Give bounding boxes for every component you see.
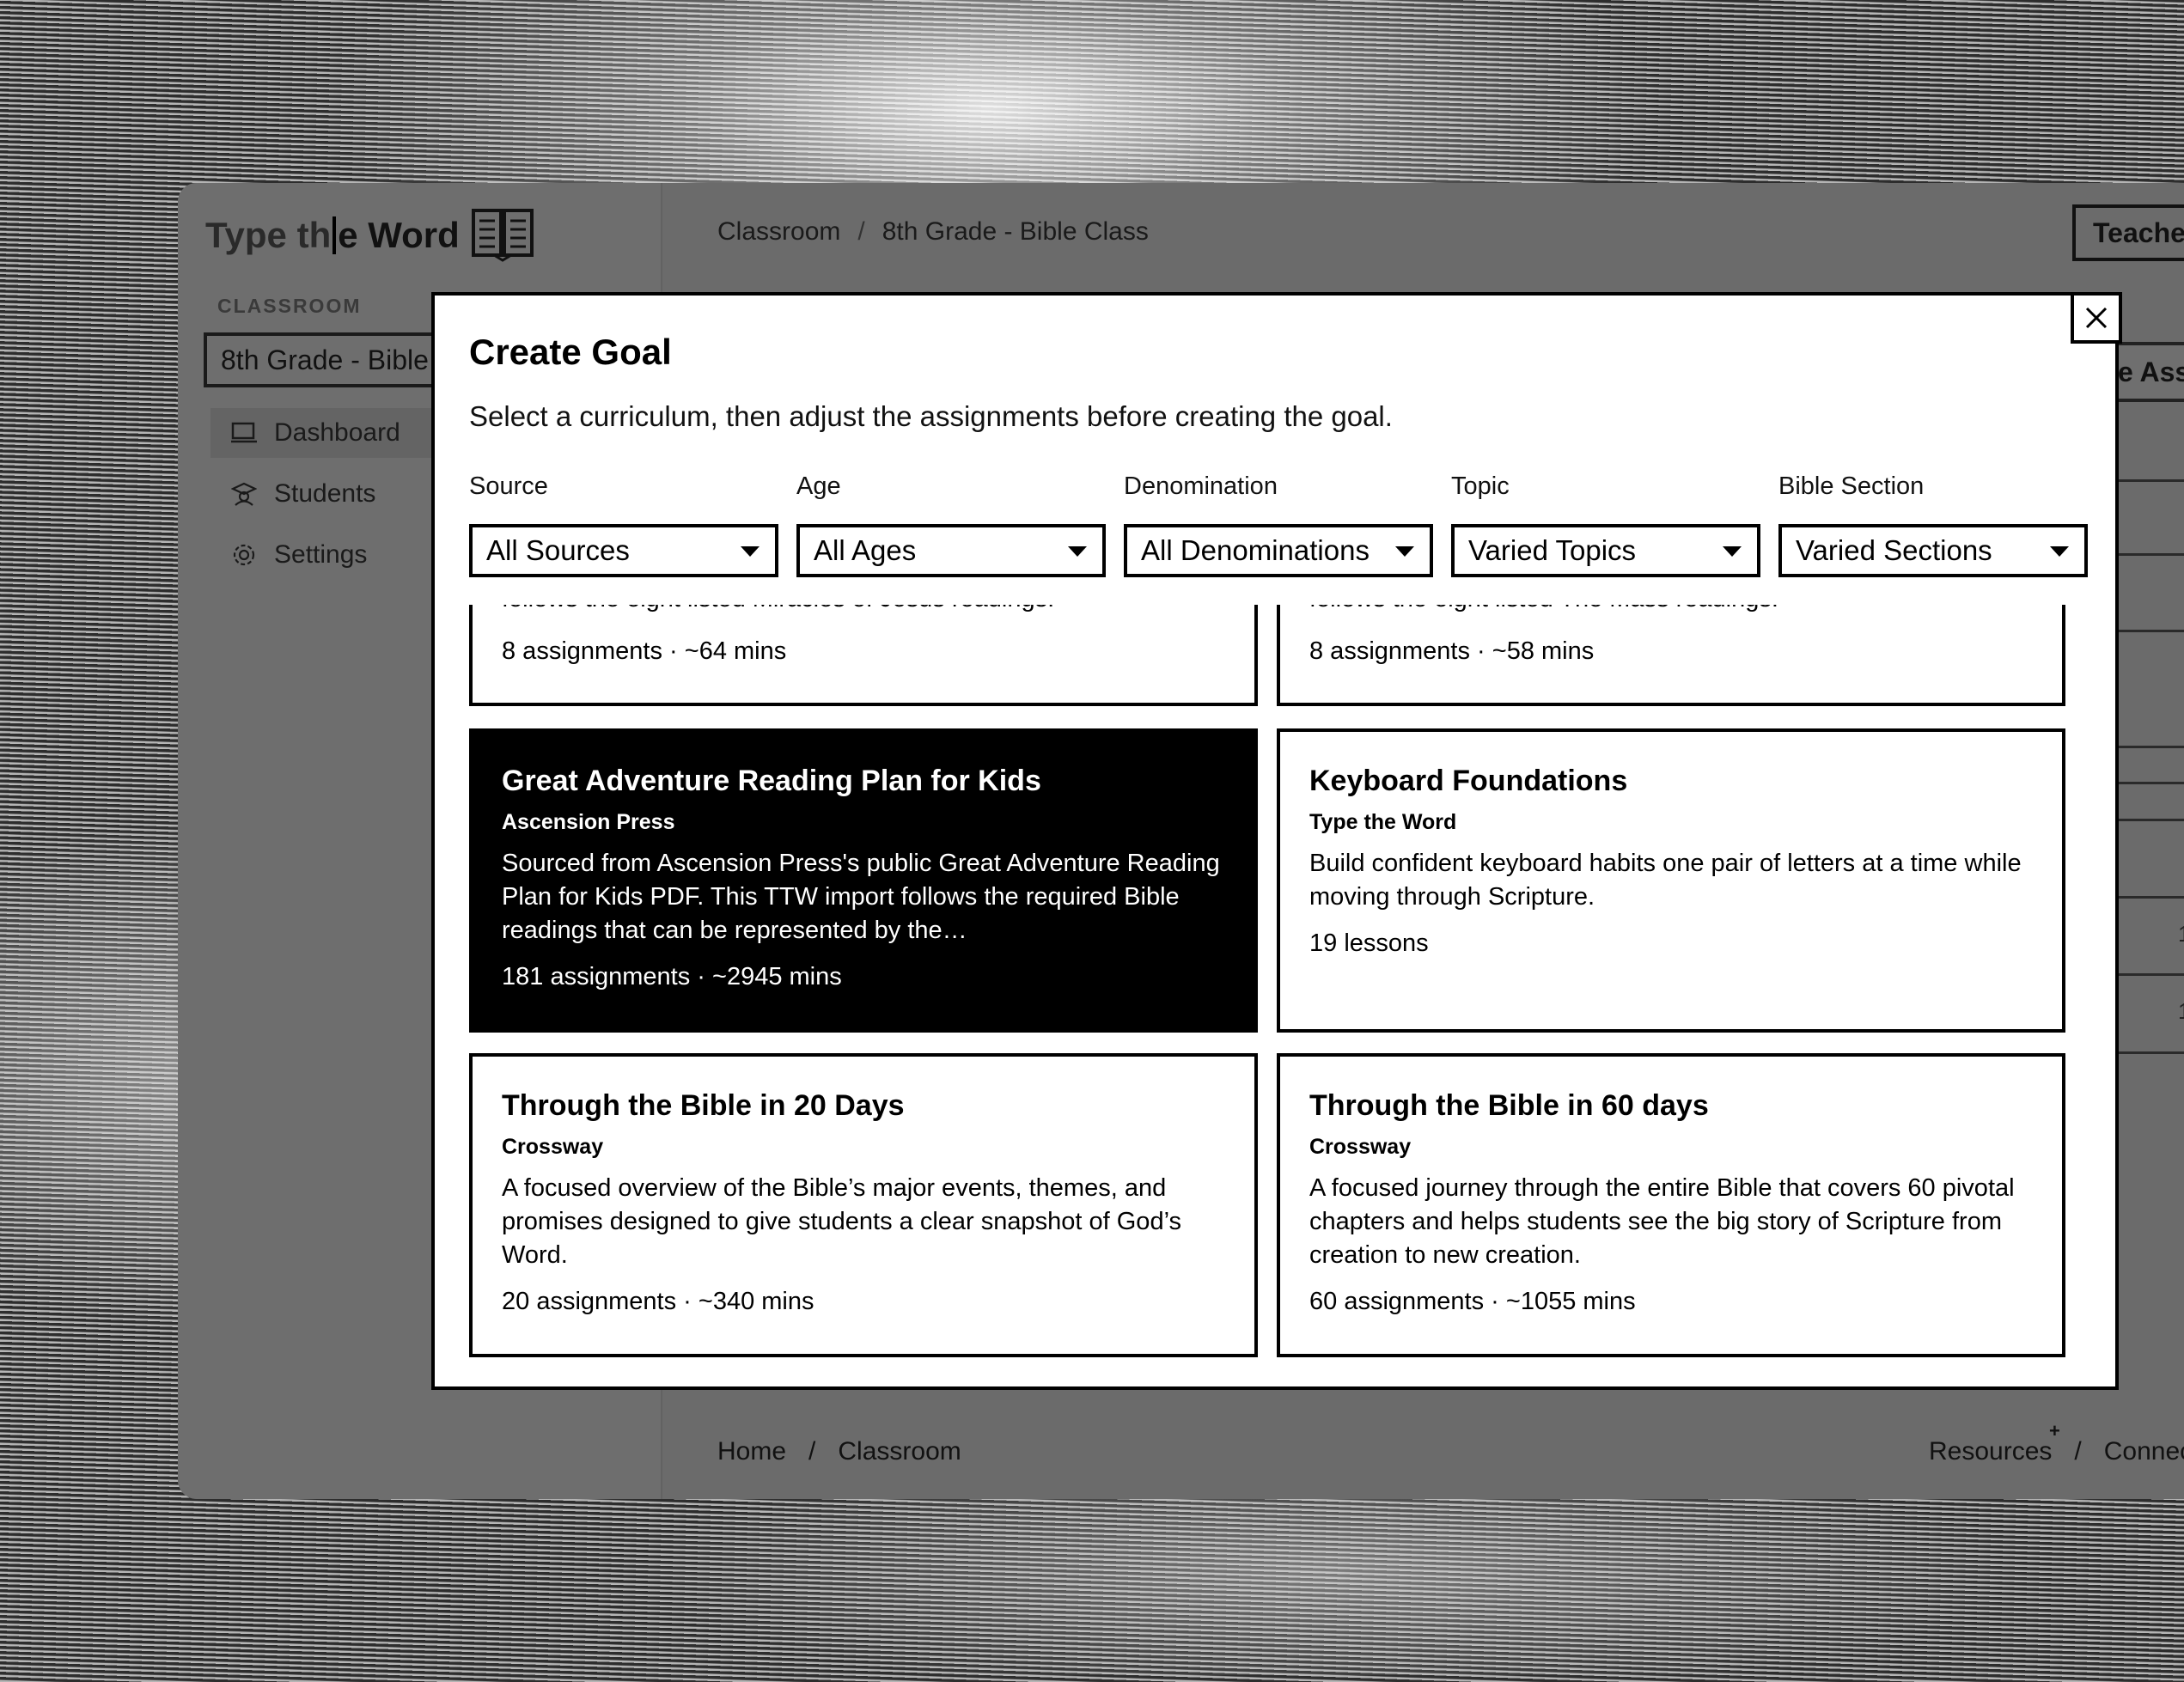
curriculum-card[interactable]: Through the Bible in 20 Days Crossway A …: [469, 1053, 1258, 1357]
assignments-header[interactable]: e Assi: [2109, 342, 2184, 402]
table-divider: [2109, 479, 2184, 482]
filter-label: Bible Section: [1778, 472, 1925, 500]
card-description: Build confident keyboard habits one pair…: [1309, 850, 2022, 911]
card-meta: 8 assignments · ~58 mins: [1309, 637, 1595, 665]
card-description: follows the eight listed Miracles of Jes…: [502, 605, 1054, 616]
filter-bible-section: Bible Section Varied Sections: [1778, 472, 2088, 577]
multiplier-value: 1x: [2178, 921, 2184, 948]
sidebar-item-label: Students: [274, 479, 376, 508]
filter-denomination: Denomination All Denominations: [1124, 472, 1433, 577]
table-divider: [2109, 746, 2184, 748]
filter-age: Age All Ages: [796, 472, 1106, 577]
plus-icon: +: [2049, 1420, 2060, 1441]
filter-source: Source All Sources: [469, 472, 778, 577]
modal-subtitle: Select a curriculum, then adjust the ass…: [469, 400, 1393, 432]
curriculum-card-selected[interactable]: Great Adventure Reading Plan for Kids As…: [469, 728, 1258, 1033]
card-description: Sourced from Ascension Press's public Gr…: [502, 850, 1220, 944]
filter-topic: Topic Varied Topics: [1451, 472, 1760, 577]
caret-down-icon: [1723, 546, 1742, 557]
filter-label: Topic: [1451, 472, 1510, 500]
table-divider: [2109, 819, 2184, 821]
text-cursor: [332, 216, 337, 254]
table-divider: [2109, 782, 2184, 784]
footer-link-classroom[interactable]: Classroom: [838, 1437, 961, 1466]
bible-section-select[interactable]: Varied Sections: [1778, 524, 2088, 577]
footer-link-home[interactable]: Home: [717, 1437, 786, 1466]
assignments-panel: e Assi 1x 1x: [2109, 342, 2184, 1201]
table-divider: [2109, 630, 2184, 632]
card-meta: 8 assignments · ~64 mins: [502, 637, 787, 665]
age-select[interactable]: All Ages: [796, 524, 1106, 577]
close-icon: [2085, 307, 2108, 329]
table-divider: [2109, 553, 2184, 556]
table-divider: [2109, 896, 2184, 899]
breadcrumb-item-classroom[interactable]: Classroom: [717, 217, 840, 247]
select-value: All Sources: [486, 534, 630, 566]
modal-title: Create Goal: [469, 332, 672, 372]
breadcrumb-item-class[interactable]: 8th Grade - Bible Class: [882, 217, 1149, 247]
select-value: Varied Sections: [1796, 534, 1992, 566]
sidebar-item-label: Dashboard: [274, 418, 400, 447]
monitor-icon: [231, 422, 257, 443]
teacher-button[interactable]: Teacher: [2072, 204, 2184, 261]
close-button[interactable]: [2071, 292, 2122, 344]
card-title: Great Adventure Reading Plan for Kids: [502, 765, 1041, 797]
sidebar-section-label: CLASSROOM: [217, 295, 362, 317]
multiplier-value: 1x: [2178, 998, 2184, 1025]
select-value: All Denominations: [1141, 534, 1370, 566]
caret-down-icon: [1395, 546, 1414, 557]
card-meta: 20 assignments · ~340 mins: [502, 1288, 814, 1315]
create-goal-modal: Create Goal Select a curriculum, then ad…: [431, 292, 2122, 1390]
sidebar-item-label: Settings: [274, 540, 368, 569]
card-description: A focused overview of the Bible’s major …: [502, 1174, 1181, 1269]
card-meta: 19 lessons: [1309, 929, 1429, 957]
caret-down-icon: [2050, 546, 2069, 557]
breadcrumb-separator: /: [857, 217, 865, 246]
denomination-select[interactable]: All Denominations: [1124, 524, 1433, 577]
card-title: Through the Bible in 20 Days: [502, 1089, 905, 1122]
students-icon: [231, 482, 257, 506]
logo-text-part2: e Word: [338, 215, 460, 255]
card-title: Through the Bible in 60 days: [1309, 1089, 1709, 1122]
app-logo[interactable]: Type th e Word: [205, 209, 534, 262]
card-meta: 181 assignments · ~2945 mins: [502, 963, 842, 990]
filter-label: Source: [469, 472, 548, 500]
card-description: follows the eight listed The Mass readin…: [1309, 605, 1778, 616]
caret-down-icon: [741, 546, 760, 557]
filter-label: Age: [796, 472, 841, 500]
filter-label: Denomination: [1124, 472, 1278, 500]
footer-link-connect[interactable]: Connect: [2104, 1437, 2184, 1466]
breadcrumb-separator: /: [2074, 1437, 2082, 1466]
select-value: Varied Topics: [1468, 534, 1637, 566]
table-divider: [2109, 973, 2184, 976]
open-book-icon: [471, 209, 534, 262]
breadcrumb: Classroom / 8th Grade - Bible Class: [717, 217, 1149, 247]
card-source: Crossway: [1309, 1135, 1412, 1159]
footer-breadcrumb: Home / Classroom: [717, 1437, 961, 1466]
caret-down-icon: [1068, 546, 1087, 557]
logo-text-part1: Type th: [205, 215, 332, 255]
card-meta: 60 assignments · ~1055 mins: [1309, 1288, 1636, 1315]
card-description: A focused journey through the entire Bib…: [1309, 1174, 2015, 1269]
topic-select[interactable]: Varied Topics: [1451, 524, 1760, 577]
footer-link-resources[interactable]: Resources: [1929, 1437, 2052, 1466]
curriculum-card[interactable]: follows the eight listed The Mass readin…: [1277, 605, 2065, 706]
source-select[interactable]: All Sources: [469, 524, 778, 577]
card-source: Type the Word: [1309, 810, 1457, 834]
card-source: Ascension Press: [502, 810, 675, 834]
curriculum-card[interactable]: Through the Bible in 60 days Crossway A …: [1277, 1053, 2065, 1357]
footer-links: Resources + / Connect: [1929, 1420, 2184, 1466]
select-value: All Ages: [814, 534, 917, 566]
curriculum-card[interactable]: Keyboard Foundations Type the Word Build…: [1277, 728, 2065, 1033]
table-divider: [2109, 1051, 2184, 1054]
gear-icon: [233, 544, 255, 566]
card-title: Keyboard Foundations: [1309, 765, 1628, 797]
curriculum-list[interactable]: follows the eight listed Miracles of Jes…: [469, 605, 2067, 1362]
curriculum-card[interactable]: follows the eight listed Miracles of Jes…: [469, 605, 1258, 706]
card-source: Crossway: [502, 1135, 604, 1159]
breadcrumb-separator: /: [808, 1437, 816, 1466]
